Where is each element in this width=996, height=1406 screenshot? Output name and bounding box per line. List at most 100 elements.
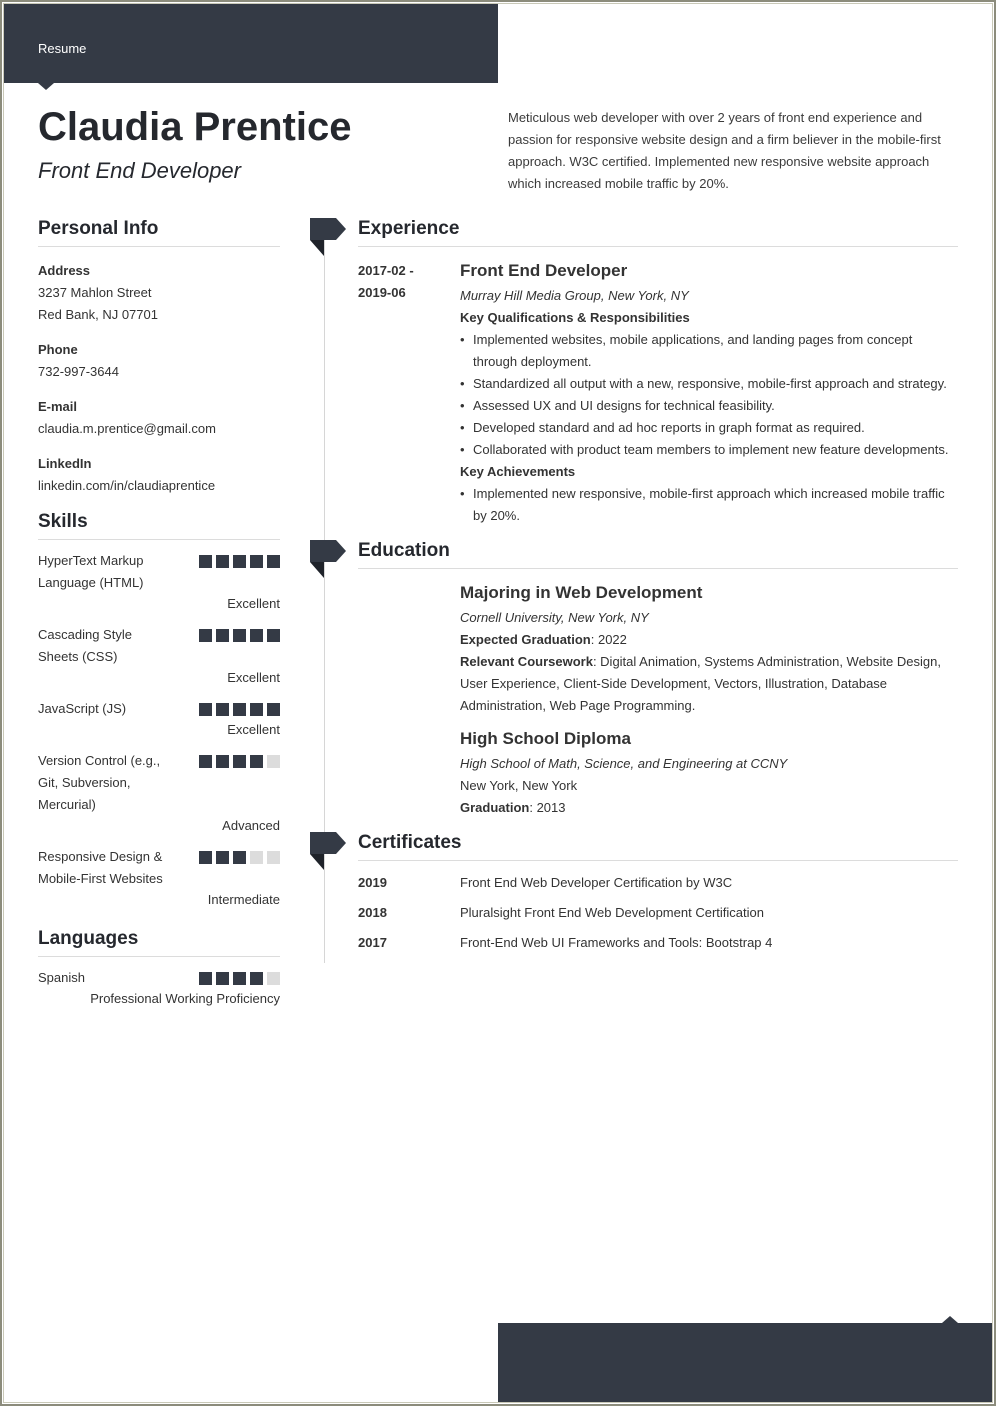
- languages-heading: Languages: [38, 928, 280, 957]
- skill-item: HyperText Markup Language (HTML) Excellen…: [38, 550, 280, 614]
- job-entry: Front End Developer Murray Hill Media Gr…: [460, 260, 958, 527]
- skill-item: Responsive Design & Mobile-First Website…: [38, 846, 280, 910]
- skill-name: Version Control (e.g., Git, Subversion, …: [38, 753, 161, 812]
- graduation-value: : 2013: [529, 800, 566, 815]
- education-heading: Education: [358, 540, 958, 569]
- rating-square-filled: [250, 755, 263, 768]
- achievements-heading: Key Achievements: [460, 464, 576, 479]
- responsibilities-list: Implemented websites, mobile application…: [460, 329, 958, 461]
- rating-square-filled: [250, 703, 263, 716]
- rating-square-filled: [233, 755, 246, 768]
- skills-heading: Skills: [38, 511, 280, 540]
- certificates-marker-icon: [310, 832, 346, 870]
- education-marker-icon: [310, 540, 346, 578]
- phone-label: Phone: [38, 342, 78, 357]
- left-column: Personal Info Address 3237 Mahlon Street…: [38, 218, 280, 1009]
- skill-level: Excellent: [227, 596, 280, 611]
- list-item: Collaborated with product team members t…: [460, 439, 958, 461]
- certificate-name: Pluralsight Front End Web Development Ce…: [460, 905, 764, 920]
- rating-square-filled: [199, 972, 212, 985]
- rating-square-filled: [233, 851, 246, 864]
- skill-rating: [199, 555, 280, 568]
- job-date: 2017-02 - 2019-06: [358, 260, 414, 304]
- skill-level: Excellent: [227, 722, 280, 737]
- list-item: Assessed UX and UI designs for technical…: [460, 395, 958, 417]
- certificate-year: 2017: [358, 935, 387, 950]
- rating-square-filled: [216, 972, 229, 985]
- school-name: Cornell University, New York, NY: [460, 610, 649, 625]
- rating-square-filled: [267, 555, 280, 568]
- top-banner: Resume: [3, 3, 498, 90]
- degree-title: High School Diploma: [460, 729, 631, 748]
- rating-square-filled: [233, 629, 246, 642]
- job-date-start: 2017-02 -: [358, 263, 414, 278]
- skill-level: Advanced: [222, 818, 280, 833]
- skill-rating: [199, 703, 280, 716]
- education-entry: High School Diploma High School of Math,…: [460, 728, 958, 819]
- list-item: Developed standard and ad hoc reports in…: [460, 417, 958, 439]
- candidate-title: Front End Developer: [38, 158, 241, 183]
- expected-graduation: Expected Graduation: 2022: [460, 629, 958, 651]
- certificate-name: Front End Web Developer Certification by…: [460, 875, 733, 890]
- certificate-year: 2019: [358, 875, 387, 890]
- rating-square-empty: [250, 851, 263, 864]
- skill-item: Version Control (e.g., Git, Subversion, …: [38, 750, 280, 836]
- school-name: High School of Math, Science, and Engine…: [460, 756, 788, 771]
- skill-item: JavaScript (JS) Excellent: [38, 698, 280, 740]
- skill-rating: [199, 755, 280, 768]
- school-location: New York, New York: [460, 778, 578, 793]
- rating-square-filled: [216, 629, 229, 642]
- coursework: Relevant Coursework: Digital Animation, …: [460, 651, 958, 717]
- job-date-end: 2019-06: [358, 285, 406, 300]
- languages-list: Spanish Professional Working Proficiency: [38, 967, 280, 1009]
- language-rating: [199, 972, 280, 985]
- linkedin-value[interactable]: linkedin.com/in/claudiaprentice: [38, 475, 280, 497]
- bottom-banner: [498, 1316, 993, 1403]
- list-item: Implemented new responsive, mobile-first…: [460, 483, 958, 527]
- language-item: Spanish Professional Working Proficiency: [38, 967, 280, 1009]
- skill-level: Intermediate: [207, 892, 280, 907]
- skill-name: HyperText Markup Language (HTML): [38, 553, 144, 590]
- rating-square-filled: [216, 851, 229, 864]
- rating-square-filled: [199, 555, 212, 568]
- graduation-value: : 2022: [590, 632, 627, 647]
- achievements-list: Implemented new responsive, mobile-first…: [460, 483, 958, 527]
- rating-square-filled: [199, 851, 212, 864]
- rating-square-filled: [233, 972, 246, 985]
- address-line2: Red Bank, NJ 07701: [38, 307, 158, 322]
- rating-square-filled: [233, 703, 246, 716]
- job-company: Murray Hill Media Group, New York, NY: [460, 288, 689, 303]
- experience-heading: Experience: [358, 218, 958, 247]
- job-title: Front End Developer: [460, 261, 628, 280]
- email-value[interactable]: claudia.m.prentice@gmail.com: [38, 418, 280, 440]
- graduation-label: Expected Graduation: [460, 632, 591, 647]
- banner-notch-icon: [38, 83, 54, 90]
- rating-square-filled: [199, 703, 212, 716]
- bottom-banner-notch-icon: [942, 1316, 958, 1323]
- rating-square-filled: [267, 703, 280, 716]
- degree-title: Majoring in Web Development: [460, 583, 703, 602]
- list-item: Implemented websites, mobile application…: [460, 329, 958, 373]
- graduation-label: Graduation: [460, 800, 530, 815]
- address-label: Address: [38, 263, 91, 278]
- rating-square-filled: [199, 755, 212, 768]
- rating-square-filled: [216, 555, 229, 568]
- list-item: Standardized all output with a new, resp…: [460, 373, 958, 395]
- rating-square-filled: [233, 555, 246, 568]
- address-line1: 3237 Mahlon Street: [38, 285, 152, 300]
- rating-square-empty: [267, 851, 280, 864]
- rating-square-filled: [250, 972, 263, 985]
- summary: Meticulous web developer with over 2 yea…: [508, 110, 941, 191]
- skill-rating: [199, 629, 280, 642]
- language-name: Spanish: [38, 970, 85, 985]
- rating-square-filled: [216, 703, 229, 716]
- personal-info-heading: Personal Info: [38, 218, 280, 247]
- skill-item: Cascading Style Sheets (CSS) Excellent: [38, 624, 280, 688]
- skill-rating: [199, 851, 280, 864]
- graduation: Graduation: 2013: [460, 797, 958, 819]
- skill-level: Excellent: [227, 670, 280, 685]
- certificates-heading: Certificates: [358, 832, 958, 861]
- education-entry: Majoring in Web Development Cornell Univ…: [460, 582, 958, 717]
- skill-name: Responsive Design & Mobile-First Website…: [38, 849, 163, 886]
- rating-square-filled: [216, 755, 229, 768]
